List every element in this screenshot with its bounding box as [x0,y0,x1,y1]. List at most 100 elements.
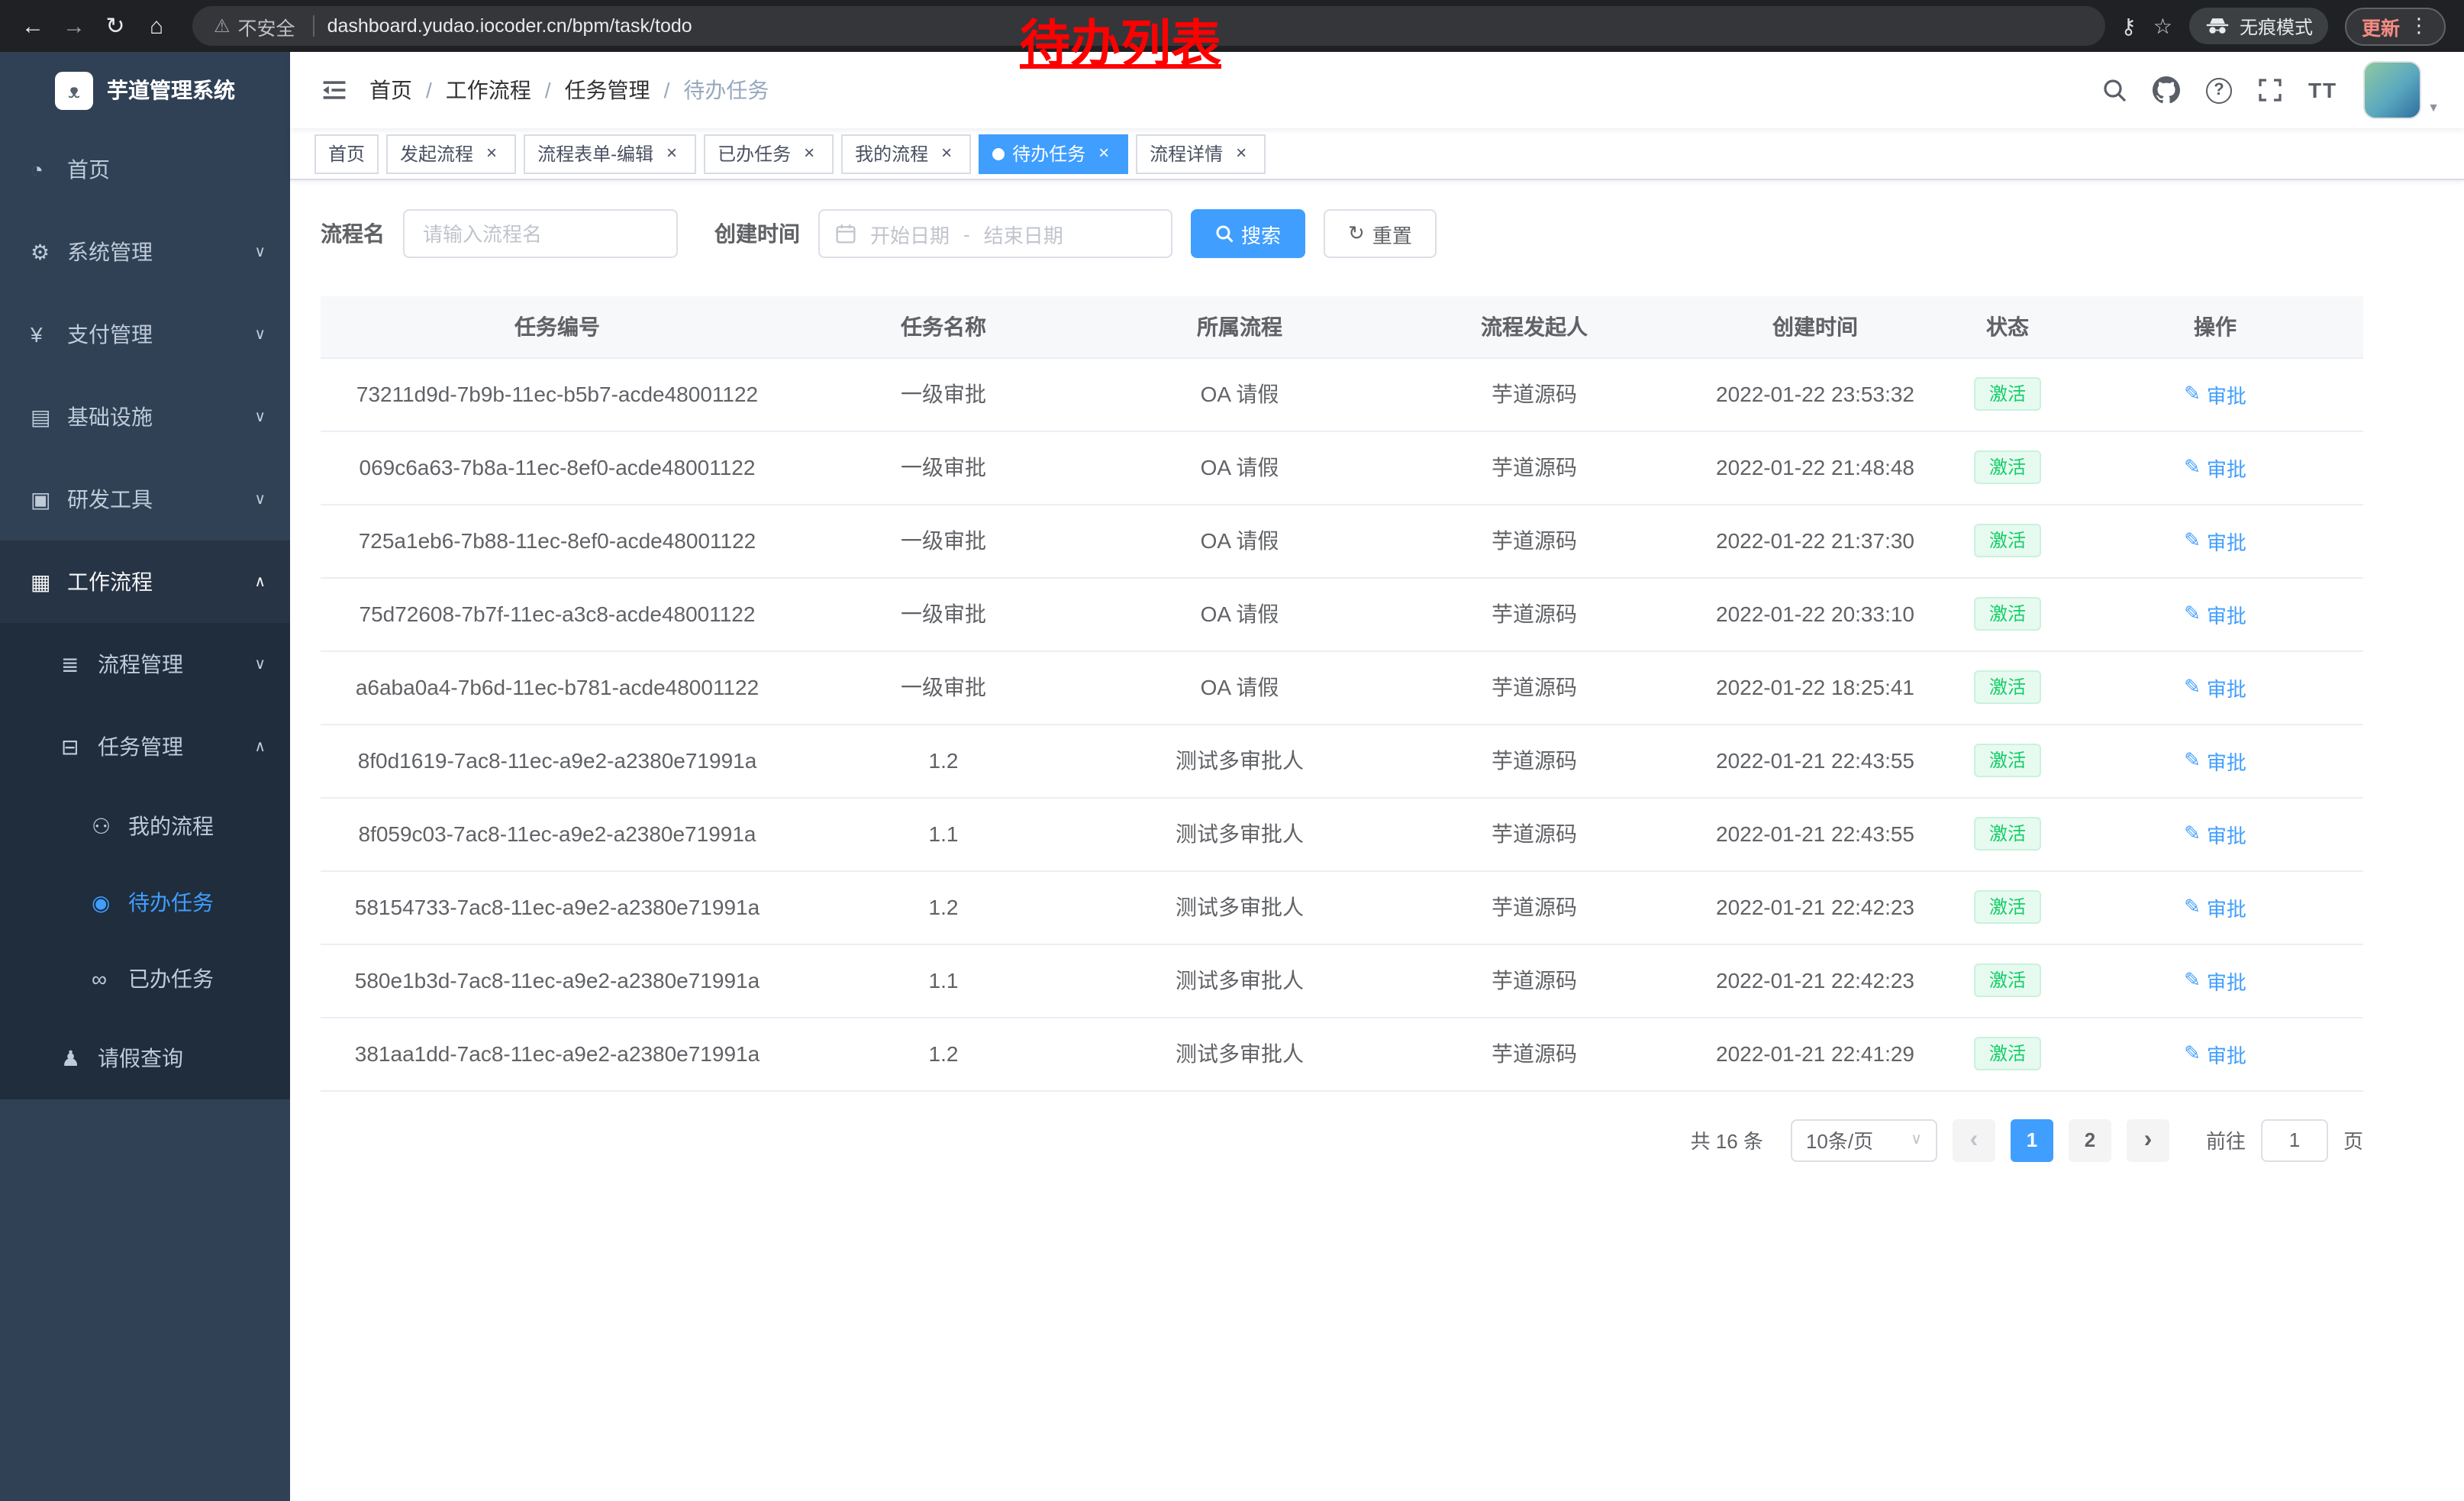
search-icon[interactable] [2102,78,2127,102]
sidebar-item-label: 支付管理 [67,319,153,350]
starter: 芋道源码 [1386,1017,1682,1090]
date-range-picker[interactable]: 开始日期 - 结束日期 [818,209,1172,258]
github-icon[interactable] [2153,76,2180,104]
breadcrumb-workflow[interactable]: 工作流程 [446,75,531,105]
create-time: 2022-01-22 23:53:32 [1682,357,1948,431]
chevron-down-icon: ∨ [1911,1131,1922,1148]
sidebar-item-payment-mgmt[interactable]: ¥ 支付管理 ∨ [0,293,290,376]
sidebar-item-dev-tools[interactable]: ▣ 研发工具 ∨ [0,458,290,541]
approve-button[interactable]: ✎审批 [2184,966,2246,995]
forward-icon[interactable]: → [53,5,95,47]
app-frame: ᴥ 芋道管理系统 ◔ 首页 ⚙ 系统管理 ∨ ¥ 支付管理 ∨ [0,52,2464,1501]
approve-label: 审批 [2207,746,2246,775]
sidebar-item-process-mgmt[interactable]: ≣ 流程管理 ∨ [0,623,290,705]
breadcrumb-home[interactable]: 首页 [369,75,412,105]
tab-done-tasks[interactable]: 已办任务 × [704,134,834,173]
incognito-label: 无痕模式 [2240,13,2313,39]
close-icon[interactable]: × [1093,143,1114,164]
sidebar-toggle-icon[interactable] [321,76,348,104]
sidebar-item-label: 我的流程 [128,811,214,841]
table-row: 381aa1dd-7ac8-11ec-a9e2-a2380e71991a 1.2… [321,1017,2363,1090]
toolbox-icon: ▣ [31,486,67,512]
goto-page-input[interactable] [2261,1118,2328,1161]
process-name: 测试多审批人 [1093,944,1386,1017]
search-button-label: 搜索 [1241,219,1281,248]
approve-button[interactable]: ✎审批 [2184,379,2246,408]
glasses-icon: ∞ [92,967,128,991]
create-time: 2022-01-21 22:42:23 [1682,870,1948,944]
starter: 芋道源码 [1386,724,1682,797]
close-icon[interactable]: × [1230,143,1252,164]
gear-icon: ⚙ [31,239,67,265]
approve-button[interactable]: ✎审批 [2184,893,2246,922]
font-size-icon[interactable]: TT [2308,78,2337,102]
sidebar-item-system-mgmt[interactable]: ⚙ 系统管理 ∨ [0,211,290,293]
bookmark-star-icon[interactable]: ☆ [2153,13,2172,39]
edit-icon: ✎ [2184,1041,2201,1066]
create-time: 2022-01-22 21:37:30 [1682,504,1948,577]
home-icon[interactable]: ⌂ [136,5,177,47]
page-button-2[interactable]: 2 [2069,1118,2111,1161]
warning-icon: ⚠ [214,15,231,37]
status-badge: 激活 [1974,890,2041,924]
page-button-1[interactable]: 1 [2011,1118,2053,1161]
tab-start-process[interactable]: 发起流程 × [386,134,516,173]
key-icon[interactable]: ⚷ [2121,13,2137,39]
next-page-button[interactable]: › [2127,1118,2169,1161]
tab-todo-tasks[interactable]: 待办任务 × [979,134,1128,173]
sidebar-item-my-process[interactable]: ⚇ 我的流程 [0,788,290,864]
approve-button[interactable]: ✎审批 [2184,819,2246,848]
page-size-select[interactable]: 10条/页 ∨ [1791,1118,1937,1161]
approve-button[interactable]: ✎审批 [2184,526,2246,555]
reset-button[interactable]: ↻ 重置 [1324,209,1437,258]
help-icon[interactable]: ? [2206,77,2232,103]
sidebar-item-todo-tasks[interactable]: ◉ 待办任务 [0,864,290,941]
close-icon[interactable]: × [661,143,682,164]
start-date-placeholder: 开始日期 [870,219,950,248]
sidebar-item-task-mgmt[interactable]: ⊟ 任务管理 ∧ [0,705,290,788]
chevron-down-icon: ∨ [254,244,266,260]
approve-button[interactable]: ✎审批 [2184,453,2246,482]
sidebar-item-infrastructure[interactable]: ▤ 基础设施 ∨ [0,376,290,458]
sidebar-item-done-tasks[interactable]: ∞ 已办任务 [0,941,290,1017]
starter: 芋道源码 [1386,357,1682,431]
main-area: 首页 / 工作流程 / 任务管理 / 待办任务 ? [290,52,2464,1501]
approve-label: 审批 [2207,379,2246,408]
back-icon[interactable]: ← [12,5,53,47]
create-time: 2022-01-22 20:33:10 [1682,577,1948,650]
search-button[interactable]: 搜索 [1191,209,1305,258]
approve-button[interactable]: ✎审批 [2184,746,2246,775]
close-icon[interactable]: × [936,143,957,164]
update-button[interactable]: 更新 ⋮ [2345,7,2446,45]
user-avatar[interactable]: ▼ [2363,61,2440,119]
tab-my-process[interactable]: 我的流程 × [841,134,971,173]
breadcrumb: 首页 / 工作流程 / 任务管理 / 待办任务 [369,75,769,105]
tab-home[interactable]: 首页 [314,134,379,173]
sidebar-item-label: 任务管理 [98,731,183,762]
approve-button[interactable]: ✎审批 [2184,1039,2246,1068]
approve-button[interactable]: ✎审批 [2184,673,2246,702]
approve-label: 审批 [2207,453,2246,482]
reload-icon[interactable]: ↻ [95,5,136,47]
table-row: 580e1b3d-7ac8-11ec-a9e2-a2380e71991a 1.1… [321,944,2363,1017]
process-name: OA 请假 [1093,357,1386,431]
sidebar-item-leave-query[interactable]: ♟ 请假查询 [0,1017,290,1099]
process-name-input[interactable] [403,209,678,258]
prev-page-button[interactable]: ‹ [1953,1118,1995,1161]
edit-icon: ✎ [2184,528,2201,553]
approve-button[interactable]: ✎审批 [2184,599,2246,628]
sidebar-item-home[interactable]: ◔ 首页 [0,128,290,211]
sidebar-item-workflow[interactable]: ▦ 工作流程 ∧ [0,541,290,623]
sidebar-menu: ◔ 首页 ⚙ 系统管理 ∨ ¥ 支付管理 ∨ ▤ 基础设施 ∨ [0,128,290,1099]
task-id: 58154733-7ac8-11ec-a9e2-a2380e71991a [321,870,794,944]
process-name: OA 请假 [1093,650,1386,724]
tab-process-detail[interactable]: 流程详情 × [1136,134,1266,173]
close-icon[interactable]: × [798,143,820,164]
tab-label: 我的流程 [855,140,928,166]
create-time: 2022-01-22 18:25:41 [1682,650,1948,724]
close-icon[interactable]: × [481,143,502,164]
tab-form-edit[interactable]: 流程表单-编辑 × [524,134,696,173]
breadcrumb-task-mgmt[interactable]: 任务管理 [565,75,650,105]
edit-icon: ✎ [2184,822,2201,846]
fullscreen-icon[interactable] [2258,78,2282,102]
